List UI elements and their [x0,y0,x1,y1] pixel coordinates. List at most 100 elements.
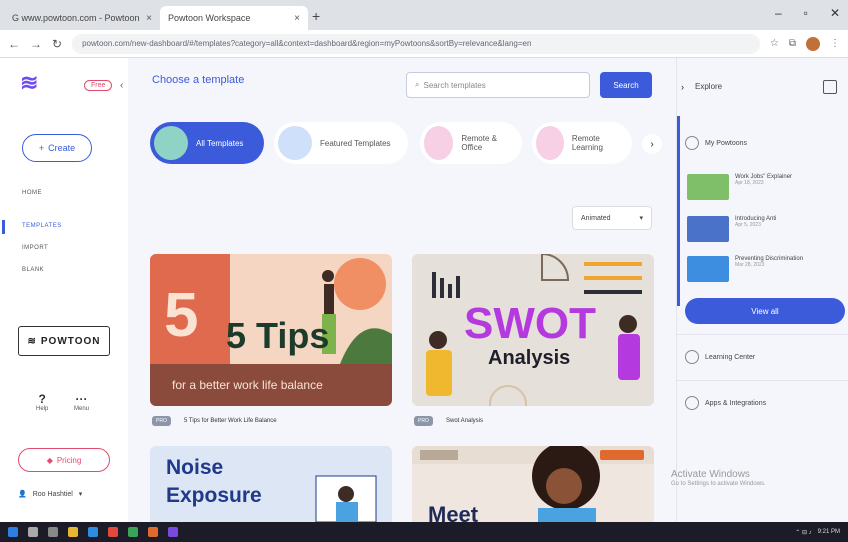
app-icon[interactable] [168,527,178,537]
edge-icon[interactable] [88,527,98,537]
new-tab-icon[interactable]: + [312,8,320,24]
my-powtoons-icon [685,136,699,150]
search-button[interactable]: Search [600,72,652,98]
reload-icon[interactable]: ↻ [52,37,62,51]
pro-badge: PRO [152,416,171,426]
powtoon-item[interactable]: Introducing Anti Apr 5, 2023 [687,216,776,242]
powtoon-date: Apr 18, 2023 [735,180,764,186]
template-card[interactable]: 5 5 Tips for a better work life balance [150,254,392,406]
powtoon-logo-icon[interactable]: ≋ [20,70,38,96]
category-remote-learning[interactable]: Remote Learning [532,122,632,164]
browser-menu-icon[interactable]: ⋮ [830,38,840,49]
file-explorer-icon[interactable] [68,527,78,537]
create-button[interactable]: + Create [22,134,92,162]
category-remote-office[interactable]: Remote & Office [420,122,522,164]
clock: 9:21 PM [817,528,840,535]
card-headline: Meet [428,502,479,522]
tray-icons[interactable]: ⌃ ⊟ ♪ [795,529,811,536]
view-all-button[interactable]: View all [685,298,845,324]
create-label: Create [48,143,76,153]
template-thumbnail: Noise Exposure [166,456,377,522]
search-icon[interactable] [28,527,38,537]
browser-tab-active[interactable]: Powtoon Workspace × [160,6,308,30]
sidebar-item-home[interactable]: HOME [22,190,42,196]
user-name: Roo Hashtiel [32,490,73,498]
category-featured[interactable]: Featured Templates [274,122,408,164]
template-thumbnail: SWOT Analysis [426,254,642,406]
minimize-icon[interactable]: – [775,6,782,20]
profile-avatar[interactable] [806,36,820,51]
chevron-down-icon: ▾ [639,215,643,222]
template-name[interactable]: 5 Tips for Better Work Life Balance [184,418,277,424]
collapse-sidebar-icon[interactable]: ‹ [120,80,123,91]
more-icon: ··· [75,392,88,406]
page-title: Choose a template [152,74,245,86]
category-all-templates[interactable]: All Templates [150,122,264,164]
expand-panel-icon[interactable]: › [681,82,684,92]
forward-icon[interactable]: → [30,37,42,51]
card-headline-number: 5 [164,281,198,350]
panel-title: Explore [695,82,723,91]
apps-integrations-link[interactable]: Apps & Integrations [685,396,766,410]
maximize-icon[interactable]: ▫ [804,6,808,20]
powtoon-thumbnail [687,174,729,200]
browser-tab[interactable]: G www.powtoon.com - Powtoon × [4,6,160,30]
chevron-down-icon: ▾ [78,491,83,498]
user-menu[interactable]: 👤 Roo Hashtiel ▾ [18,490,83,499]
pro-badge: PRO [414,416,433,426]
sidebar-item-import[interactable]: IMPORT [22,245,48,251]
card-headline: SWOT [464,299,596,348]
bookmark-icon[interactable]: ☆ [770,38,779,49]
active-indicator [2,220,5,234]
open-panel-icon[interactable] [823,80,837,94]
category-label: All Templates [196,138,244,148]
sidebar-item-templates[interactable]: TEMPLATES [22,223,62,229]
extensions-icon[interactable]: ⧉ [789,38,796,49]
close-tab-icon[interactable]: × [146,13,152,24]
windows-start-icon[interactable] [8,527,18,537]
template-name[interactable]: Swot Analysis [446,418,483,424]
back-icon[interactable]: ← [8,37,20,51]
url-field[interactable]: powtoon.com/new-dashboard/#/templates?ca… [72,33,760,54]
learning-center-link[interactable]: Learning Center [685,350,755,364]
my-powtoons-header[interactable]: My Powtoons [685,136,747,150]
apps-label: Apps & Integrations [705,399,767,407]
close-tab-icon[interactable]: × [294,13,300,24]
card-subline: Analysis [488,347,570,369]
diamond-icon: ◆ [46,455,53,465]
card-headline: Noise [166,456,223,479]
powtoon-thumbnail [687,256,729,282]
template-card[interactable]: Noise Exposure [150,446,392,522]
os-taskbar: ⌃ ⊟ ♪ 9:21 PM [0,522,848,542]
menu-label: Menu [74,406,90,412]
window-controls: – ▫ ✕ [775,6,840,20]
search-icon: ⌕ [415,80,420,89]
app-icon[interactable] [108,527,118,537]
app-icon[interactable] [148,527,158,537]
search-input[interactable]: ⌕ Search templates [406,72,590,98]
activate-windows-watermark: Activate Windows Go to Settings to activ… [671,468,766,489]
card-subline: for a better work life balance [172,378,323,392]
active-indicator [677,116,680,306]
help-button[interactable]: ? Help [36,392,48,412]
apps-icon [685,396,699,410]
category-thumbnail [278,126,312,160]
powtoon-item[interactable]: Preventing Discrimination Mar 28, 2023 [687,256,803,282]
chrome-icon[interactable] [128,527,138,537]
task-view-icon[interactable] [48,527,58,537]
powtoon-item[interactable]: Work Jobs" Explainer Apr 18, 2023 [687,174,792,200]
tab-title: G www.powtoon.com - Powtoon [12,13,140,23]
template-card[interactable]: Meet [412,446,654,522]
filter-select[interactable]: Animated ▾ [572,206,652,230]
template-card[interactable]: SWOT Analysis [412,254,654,406]
logo-mark-icon: ≋ [27,335,37,347]
close-window-icon[interactable]: ✕ [830,6,840,20]
system-tray: ⌃ ⊟ ♪ 9:21 PM [795,529,840,536]
menu-button[interactable]: ··· Menu [74,392,89,412]
sidebar-item-blank[interactable]: BLANK [22,267,44,273]
card-headline: 5 Tips [226,315,329,356]
pricing-button[interactable]: ◆ Pricing [18,448,110,472]
chevron-right-icon[interactable]: › [642,134,662,154]
search-placeholder: Search templates [423,80,486,90]
category-thumbnail [536,126,564,160]
